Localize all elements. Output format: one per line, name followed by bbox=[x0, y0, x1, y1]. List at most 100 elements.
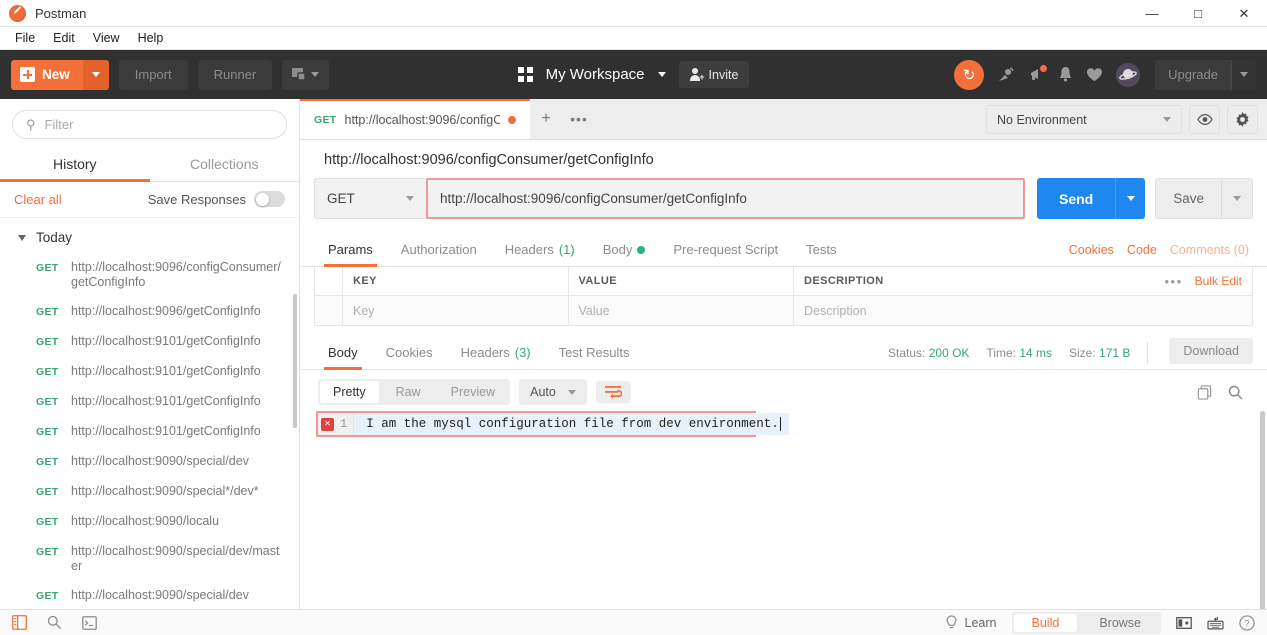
environment-select[interactable]: No Environment bbox=[986, 105, 1182, 134]
list-item[interactable]: GET http://localhost:9101/getConfigInfo bbox=[0, 327, 299, 357]
tab-options-button[interactable]: ••• bbox=[562, 99, 596, 139]
params-more-icon[interactable]: ••• bbox=[1164, 274, 1182, 289]
method-badge: GET bbox=[36, 456, 59, 468]
tab-headers[interactable]: Headers (1) bbox=[491, 234, 589, 266]
value-input[interactable]: Value bbox=[569, 296, 794, 325]
comments-link[interactable]: Comments (0) bbox=[1170, 243, 1249, 257]
send-dropdown-button[interactable] bbox=[1115, 178, 1146, 219]
sidebar-scrollbar[interactable] bbox=[293, 294, 297, 428]
minimize-button[interactable]: — bbox=[1129, 0, 1175, 27]
copy-icon[interactable] bbox=[1197, 384, 1212, 400]
upgrade-dropdown-button[interactable] bbox=[1231, 59, 1256, 90]
console-icon[interactable] bbox=[82, 615, 97, 630]
tab-params[interactable]: Params bbox=[314, 234, 387, 267]
toggle-switch[interactable] bbox=[254, 191, 285, 207]
find-icon[interactable] bbox=[47, 615, 62, 630]
upgrade-button-group[interactable]: Upgrade bbox=[1155, 59, 1256, 90]
learn-button[interactable]: Learn bbox=[945, 614, 997, 631]
tab-response-headers[interactable]: Headers (3) bbox=[447, 337, 545, 369]
code-link[interactable]: Code bbox=[1127, 243, 1157, 257]
list-item[interactable]: GET http://localhost:9101/getConfigInfo bbox=[0, 417, 299, 447]
close-button[interactable]: ✕ bbox=[1221, 0, 1267, 27]
add-tab-button[interactable]: + bbox=[529, 99, 563, 139]
search-icon[interactable] bbox=[1228, 385, 1243, 400]
save-responses-toggle[interactable]: Save Responses bbox=[148, 191, 285, 207]
menu-edit[interactable]: Edit bbox=[44, 29, 84, 47]
response-body-editor[interactable]: ✕ 1 I am the mysql configuration file fr… bbox=[316, 411, 789, 437]
tab-tests[interactable]: Tests bbox=[792, 234, 850, 266]
workspace-name[interactable]: My Workspace bbox=[546, 66, 645, 83]
help-icon[interactable]: ? bbox=[1239, 614, 1255, 631]
download-button[interactable]: Download bbox=[1169, 338, 1253, 364]
filter-wrap: ⚲ Filter bbox=[0, 99, 299, 148]
invite-button[interactable]: + Invite bbox=[678, 61, 750, 88]
response-scrollbar[interactable] bbox=[1260, 411, 1265, 609]
import-button[interactable]: Import bbox=[118, 59, 188, 90]
list-item[interactable]: GET http://localhost:9090/special*/dev* bbox=[0, 477, 299, 507]
upgrade-button[interactable]: Upgrade bbox=[1155, 59, 1231, 90]
response-body-line[interactable]: I am the mysql configuration file from d… bbox=[354, 413, 789, 435]
bulk-edit-link[interactable]: Bulk Edit bbox=[1195, 274, 1242, 288]
description-input[interactable]: Description bbox=[794, 296, 1124, 325]
new-button[interactable]: New bbox=[11, 59, 83, 90]
row-checkbox-cell[interactable] bbox=[315, 296, 343, 325]
format-select[interactable]: Auto bbox=[519, 379, 587, 405]
bell-icon[interactable] bbox=[1058, 66, 1073, 83]
sync-icon[interactable]: ↻ bbox=[954, 59, 985, 90]
tab-response-cookies[interactable]: Cookies bbox=[372, 337, 447, 369]
keyboard-icon[interactable] bbox=[1207, 616, 1224, 630]
satellite-icon[interactable] bbox=[997, 66, 1015, 83]
method-select[interactable]: GET bbox=[314, 178, 426, 219]
list-item[interactable]: GET http://localhost:9096/configConsumer… bbox=[0, 253, 299, 297]
chevron-down-icon[interactable] bbox=[657, 72, 666, 77]
maximize-button[interactable]: □ bbox=[1175, 0, 1221, 27]
list-item[interactable]: GET http://localhost:9090/special/dev bbox=[0, 581, 299, 609]
menu-help[interactable]: Help bbox=[129, 29, 173, 47]
list-item[interactable]: GET http://localhost:9090/special/dev/ma… bbox=[0, 537, 299, 581]
tab-test-results[interactable]: Test Results bbox=[545, 337, 644, 369]
menu-file[interactable]: File bbox=[6, 29, 44, 47]
new-dropdown-button[interactable] bbox=[82, 59, 109, 90]
runner-button[interactable]: Runner bbox=[197, 59, 273, 90]
tab-authorization[interactable]: Authorization bbox=[387, 234, 491, 266]
cookies-link[interactable]: Cookies bbox=[1069, 243, 1114, 257]
sidebar-toggle-icon[interactable] bbox=[12, 615, 27, 630]
new-window-button[interactable] bbox=[282, 59, 330, 90]
tab-history[interactable]: History bbox=[0, 148, 150, 182]
two-pane-icon[interactable] bbox=[1176, 616, 1192, 630]
mode-browse[interactable]: Browse bbox=[1079, 612, 1161, 634]
list-item[interactable]: GET http://localhost:9096/getConfigInfo bbox=[0, 297, 299, 327]
tab-body[interactable]: Body bbox=[589, 234, 660, 266]
window-controls: — □ ✕ bbox=[1129, 0, 1267, 27]
request-tab-active[interactable]: GET http://localhost:9096/configCons bbox=[300, 99, 530, 139]
tab-collections[interactable]: Collections bbox=[150, 148, 300, 181]
key-input[interactable]: Key bbox=[343, 296, 569, 325]
tab-response-body[interactable]: Body bbox=[314, 337, 372, 370]
planet-avatar[interactable] bbox=[1116, 62, 1141, 87]
environment-settings-button[interactable] bbox=[1227, 105, 1258, 134]
list-item[interactable]: GET http://localhost:9090/special/dev bbox=[0, 447, 299, 477]
mode-build[interactable]: Build bbox=[1013, 613, 1078, 632]
url-input[interactable]: http://localhost:9096/configConsumer/get… bbox=[426, 178, 1025, 219]
environment-quick-look-button[interactable] bbox=[1189, 105, 1220, 134]
history-group-today[interactable]: Today bbox=[0, 224, 299, 253]
select-all-cell[interactable] bbox=[315, 266, 343, 296]
list-item[interactable]: GET http://localhost:9101/getConfigInfo bbox=[0, 387, 299, 417]
send-button[interactable]: Send bbox=[1036, 178, 1116, 219]
new-button-group[interactable]: New bbox=[11, 59, 109, 90]
heart-icon[interactable] bbox=[1086, 67, 1103, 83]
save-dropdown-button[interactable] bbox=[1221, 178, 1253, 219]
list-item[interactable]: GET http://localhost:9090/localu bbox=[0, 507, 299, 537]
filter-input[interactable]: ⚲ Filter bbox=[12, 110, 287, 139]
list-item[interactable]: GET http://localhost:9101/getConfigInfo bbox=[0, 357, 299, 387]
view-mode-pretty[interactable]: Pretty bbox=[320, 381, 379, 403]
view-mode-raw[interactable]: Raw bbox=[381, 379, 436, 405]
save-button[interactable]: Save bbox=[1155, 178, 1221, 219]
table-row[interactable]: Key Value Description bbox=[315, 296, 1252, 325]
word-wrap-button[interactable] bbox=[595, 381, 631, 403]
view-mode-preview[interactable]: Preview bbox=[436, 379, 510, 405]
megaphone-icon[interactable] bbox=[1028, 65, 1048, 83]
tab-pre-request-script[interactable]: Pre-request Script bbox=[659, 234, 792, 266]
menu-view[interactable]: View bbox=[84, 29, 129, 47]
clear-all-button[interactable]: Clear all bbox=[14, 192, 62, 207]
